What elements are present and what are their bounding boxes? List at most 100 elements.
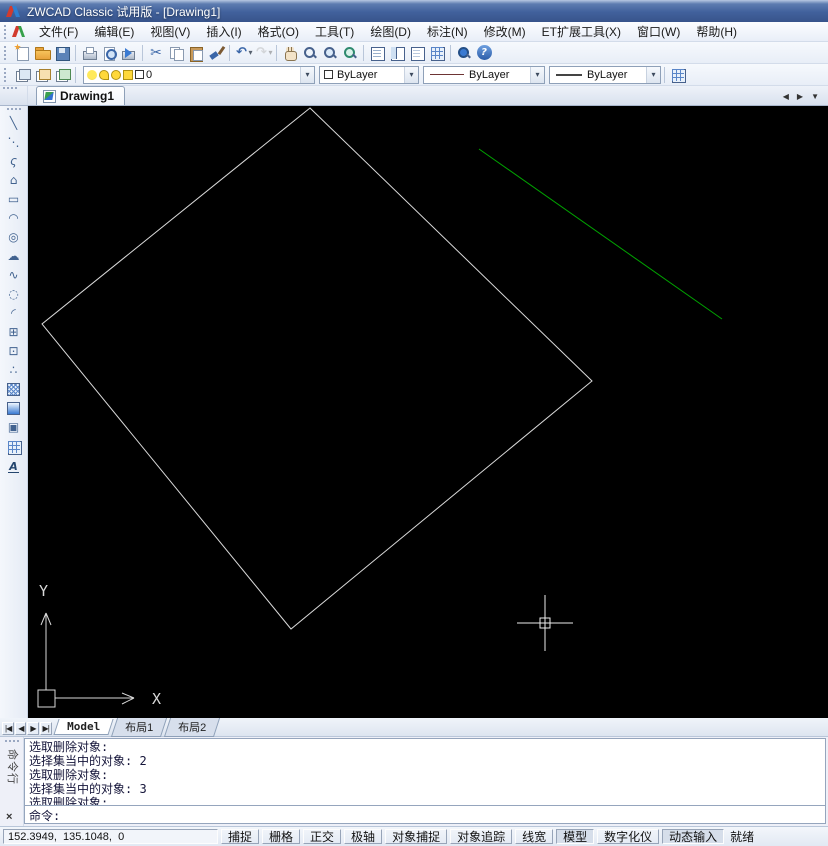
status-bar: 152.3949, 135.1048, 0 捕捉栅格正交极轴对象捕捉对象追踪线宽… [0,827,828,846]
zoom-window-button[interactable] [320,43,340,63]
status-toggle[interactable]: 正交 [303,829,341,844]
status-toggle[interactable]: 对象捕捉 [385,829,447,844]
layout-nav-button[interactable]: ◀ [15,722,26,735]
layout-tab[interactable]: Model [53,719,113,735]
menu-item[interactable]: ET扩展工具(X) [534,23,629,41]
command-history[interactable]: 选取删除对象:选择集当中的对象: 2选取删除对象:选择集当中的对象: 3选取删除… [24,738,826,806]
menu-item[interactable]: 窗口(W) [629,23,688,41]
standard-toolbar: ✂ ↶▾↷▾? [0,42,828,64]
polygon-tool[interactable]: ⌂ [3,172,25,189]
revision-cloud-tool[interactable]: ☁ [3,248,25,265]
line-tool[interactable]: ╲ [3,115,25,132]
command-panel-gutter[interactable]: 命令行 × [0,737,24,826]
new-file-button[interactable] [12,43,32,63]
current-color-value: ByLayer [337,69,377,81]
rectangle-tool[interactable]: ▭ [3,191,25,208]
menu-item[interactable]: 插入(I) [198,23,249,41]
find-button[interactable] [454,43,474,63]
status-toggle[interactable]: 栅格 [262,829,300,844]
command-panel-grip[interactable] [5,740,19,743]
zoom-realtime-button[interactable] [300,43,320,63]
status-toggle[interactable]: 数字化仪 [597,829,659,844]
command-input[interactable]: 命令: [24,806,826,824]
layer-select[interactable]: 0 ▾ [83,66,315,84]
help-button[interactable]: ? [474,43,494,63]
document-tab-drawing1[interactable]: Drawing1 [36,86,125,105]
arc-tool[interactable]: ◠ [3,210,25,227]
status-toggle[interactable]: 模型 [556,829,594,844]
layout-nav-button[interactable]: ▶ [27,722,38,735]
menu-item[interactable]: 编辑(E) [86,23,142,41]
zoom-previous-button[interactable] [340,43,360,63]
properties-palette-icon [369,45,385,61]
make-block-tool[interactable]: ⊡ [3,343,25,360]
drawing-canvas[interactable]: YX [28,106,828,718]
print-button[interactable] [79,43,99,63]
menu-item[interactable]: 文件(F) [31,23,86,41]
status-toggle[interactable]: 对象追踪 [450,829,512,844]
linetype-select[interactable]: ByLayer ▾ [423,66,545,84]
undo-button[interactable]: ↶▾ [233,43,253,63]
pan-button[interactable] [280,43,300,63]
menu-item[interactable]: 修改(M) [476,23,534,41]
spline-tool[interactable]: ∿ [3,267,25,284]
layout-tab[interactable]: 布局1 [111,718,167,737]
tab-nav-button[interactable]: ▼ [808,91,822,102]
layout-tab[interactable]: 布局2 [164,718,220,737]
ellipse-arc-tool[interactable]: ◜ [3,305,25,322]
quickcalc-button[interactable] [427,43,447,63]
command-panel-close-button[interactable]: × [6,812,12,823]
menu-item[interactable]: 格式(O) [250,23,307,41]
tab-nav-button[interactable]: ◀ [780,91,792,102]
menu-item[interactable]: 标注(N) [419,23,476,41]
paste-button[interactable] [186,43,206,63]
standard-toolbar-buttons: ✂ ↶▾↷▾? [12,43,494,63]
status-toggle[interactable]: 捕捉 [221,829,259,844]
print-preview-button[interactable] [99,43,119,63]
status-toggle[interactable]: 线宽 [515,829,553,844]
circle-tool[interactable]: ◎ [3,229,25,246]
copy-button[interactable] [166,43,186,63]
layer-properties-button[interactable] [12,65,32,85]
polyline-tool[interactable]: ς [3,153,25,170]
save-button[interactable] [52,43,72,63]
menu-item[interactable]: 视图(V) [142,23,198,41]
cut-button[interactable]: ✂ [146,43,166,63]
redo-button[interactable]: ↷▾ [253,43,273,63]
layout-nav-button[interactable]: |◀ [2,722,14,735]
publish-button[interactable] [119,43,139,63]
menu-item[interactable]: 工具(T) [307,23,362,41]
construction-line-tool[interactable]: ⋱ [3,134,25,151]
linetype-dropdown-arrow[interactable]: ▾ [530,67,544,83]
design-center-button[interactable] [387,43,407,63]
region-tool[interactable]: ▣ [3,419,25,436]
color-select[interactable]: ByLayer ▾ [319,66,419,84]
layout-nav-button[interactable]: ▶| [40,722,52,735]
color-dropdown-arrow[interactable]: ▾ [404,67,418,83]
model-space[interactable]: YX [28,106,828,718]
tool-palettes-button[interactable] [407,43,427,63]
coordinate-readout[interactable]: 152.3949, 135.1048, 0 [3,829,218,844]
open-file-button[interactable] [32,43,52,63]
hatch-tool[interactable] [3,381,25,398]
menu-item[interactable]: 帮助(H) [688,23,745,41]
insert-block-tool[interactable]: ⊞ [3,324,25,341]
plot-style-button[interactable] [668,65,688,85]
zoom-previous-icon [342,45,358,61]
ellipse-tool[interactable]: ◌ [3,286,25,303]
tab-nav-button[interactable]: ▶ [794,91,806,102]
status-toggle[interactable]: 极轴 [344,829,382,844]
layer-states-button[interactable] [52,65,72,85]
mtext-tool[interactable]: A [3,457,25,474]
properties-palette-button[interactable] [367,43,387,63]
match-properties-button[interactable] [206,43,226,63]
layer-manager-button[interactable] [32,65,52,85]
menu-item[interactable]: 绘图(D) [362,23,419,41]
lineweight-select[interactable]: ByLayer ▾ [549,66,661,84]
layer-dropdown-arrow[interactable]: ▾ [300,67,314,83]
table-tool[interactable] [3,438,25,455]
point-tool[interactable]: ∴ [3,362,25,379]
status-toggle[interactable]: 动态输入 [662,829,724,844]
lineweight-dropdown-arrow[interactable]: ▾ [646,67,660,83]
gradient-tool[interactable] [3,400,25,417]
